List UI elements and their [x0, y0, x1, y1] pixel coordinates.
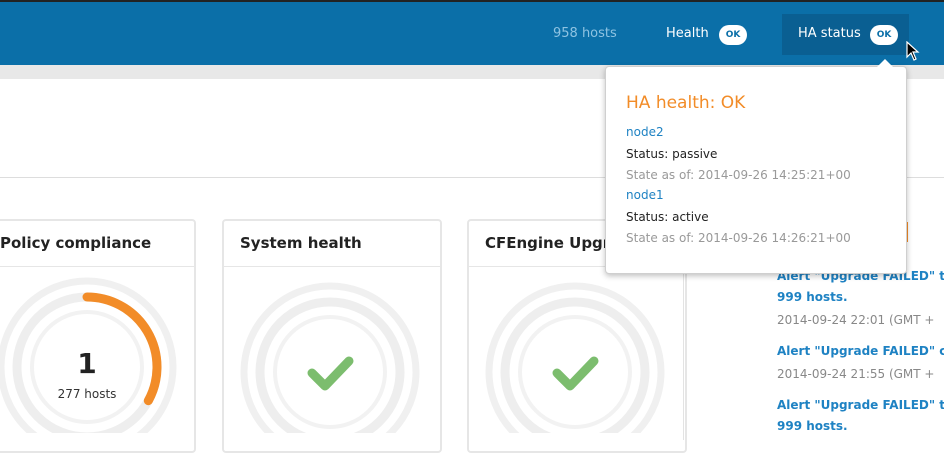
policy-compliance-hosts: 277 hosts [57, 387, 117, 401]
alert-link[interactable]: Alert "Upgrade FAILED" tri [777, 398, 944, 412]
node-state-time: State as of: 2014-09-26 14:25:21+00 [626, 168, 851, 182]
cfengine-upgrade-check-icon [552, 356, 599, 391]
node-status: Status: passive [626, 147, 718, 161]
alert-link-continued[interactable]: 999 hosts. [777, 419, 848, 433]
ha-health-popover: HA health: OK node2 Status: passive Stat… [605, 66, 907, 274]
node-link[interactable]: node1 [626, 188, 664, 202]
node-status: Status: active [626, 210, 709, 224]
alert-timestamp: 2014-09-24 22:01 (GMT + [777, 313, 935, 327]
alert-link-continued[interactable]: 999 hosts. [777, 290, 848, 304]
alert-timestamp: 2014-09-24 21:55 (GMT + [777, 367, 935, 381]
system-health-check-icon [307, 356, 354, 391]
popover-title: HA health: OK [626, 93, 746, 113]
cfengine-upgrade-gauge [485, 282, 665, 433]
system-health-gauge [240, 282, 420, 433]
policy-compliance-value: 1 [77, 347, 97, 380]
column-divider [683, 270, 684, 440]
alert-link[interactable]: Alert "Upgrade FAILED" cl [777, 344, 944, 358]
popover-arrow [877, 59, 893, 67]
node-state-time: State as of: 2014-09-26 14:26:21+00 [626, 231, 851, 245]
node-link[interactable]: node2 [626, 125, 664, 139]
